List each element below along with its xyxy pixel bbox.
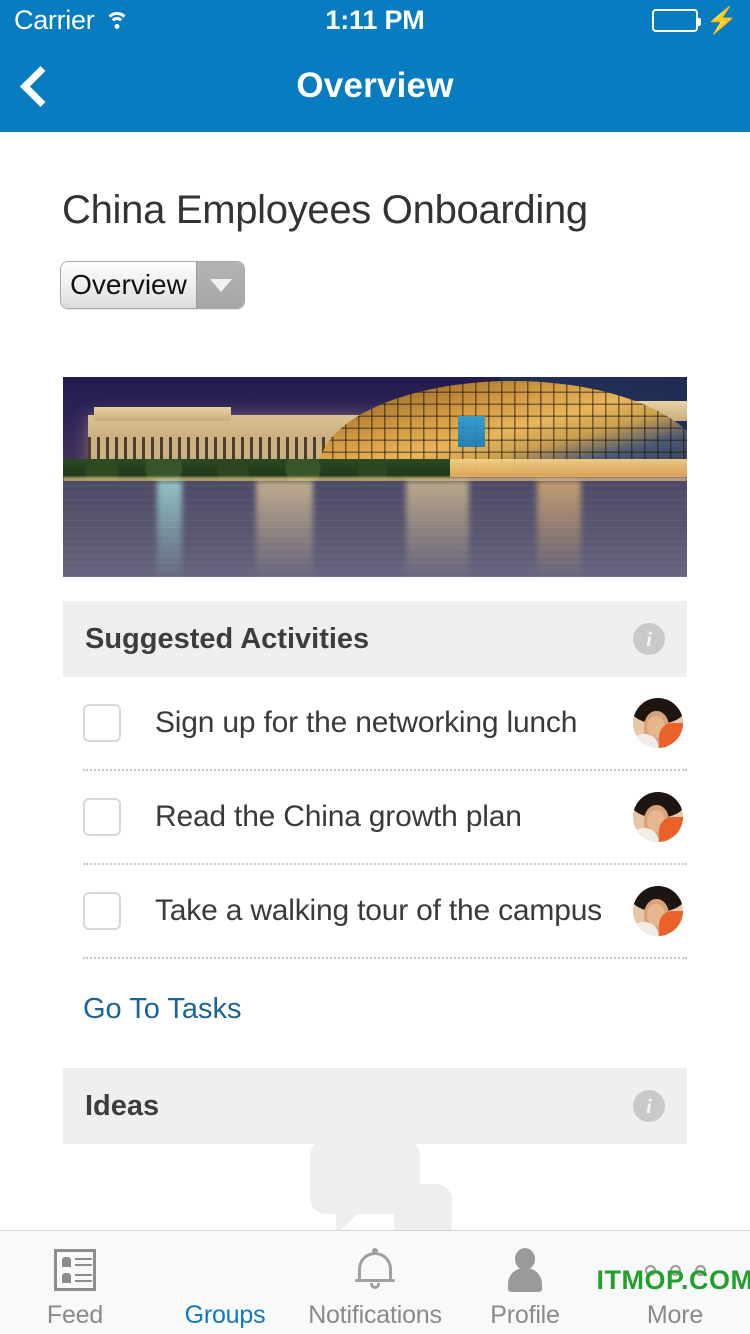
tab-bar: Feed Groups Notifications Profile More I…: [0, 1230, 750, 1334]
task-label: Take a walking tour of the campus: [155, 894, 602, 927]
main-content: China Employees Onboarding Overview Sugg…: [0, 132, 750, 1234]
two-people-icon: [200, 1247, 250, 1293]
task-list: Sign up for the networking lunch Read th…: [63, 677, 687, 959]
bell-icon: [355, 1247, 395, 1293]
task-row[interactable]: Sign up for the networking lunch: [83, 677, 687, 771]
task-checkbox[interactable]: [83, 798, 121, 836]
battery-icon: [651, 8, 701, 32]
task-checkbox[interactable]: [83, 892, 121, 930]
section-title: Suggested Activities: [85, 622, 370, 655]
tab-feed[interactable]: Feed: [0, 1247, 150, 1330]
tab-label: Feed: [46, 1301, 104, 1329]
tab-label: Groups: [184, 1301, 266, 1329]
app-screen: Carrier 1:11 PM ⚡ Overview China Employe…: [0, 0, 750, 1334]
page-title: Overview: [296, 66, 454, 105]
tab-label: More: [646, 1301, 704, 1329]
status-bar-clock: 1:11 PM: [325, 4, 425, 35]
task-row[interactable]: Read the China growth plan: [83, 771, 687, 865]
speech-bubbles-icon: [310, 1140, 452, 1240]
tab-notifications[interactable]: Notifications: [300, 1247, 450, 1330]
chevron-down-icon: [196, 262, 244, 308]
avatar[interactable]: [633, 886, 683, 936]
feed-list-icon: [54, 1247, 96, 1293]
view-selector-value: Overview: [61, 262, 196, 308]
tab-groups[interactable]: Groups: [150, 1247, 300, 1330]
section-header-suggested-activities: Suggested Activities i: [63, 601, 687, 677]
person-icon: [504, 1247, 546, 1293]
task-row[interactable]: Take a walking tour of the campus: [83, 865, 687, 959]
section-title: Ideas: [85, 1089, 160, 1122]
info-icon[interactable]: i: [633, 623, 665, 655]
tab-more[interactable]: More ITMOP.COM: [596, 1247, 750, 1330]
task-label: Sign up for the networking lunch: [155, 706, 578, 739]
group-banner-image: [63, 377, 687, 577]
group-title: China Employees Onboarding: [62, 188, 588, 232]
avatar[interactable]: [633, 698, 683, 748]
task-label: Read the China growth plan: [155, 800, 522, 833]
status-bar: Carrier 1:11 PM ⚡: [0, 0, 750, 40]
task-checkbox[interactable]: [83, 704, 121, 742]
section-header-ideas: Ideas i: [63, 1068, 687, 1144]
view-selector-dropdown[interactable]: Overview: [60, 261, 245, 309]
info-icon[interactable]: i: [633, 1090, 665, 1122]
avatar[interactable]: [633, 792, 683, 842]
tab-label: Profile: [490, 1301, 560, 1329]
three-dots-icon: [644, 1247, 706, 1293]
tab-profile[interactable]: Profile: [450, 1247, 600, 1330]
navigation-bar: Overview: [0, 40, 750, 132]
tab-label: Notifications: [308, 1301, 442, 1329]
go-to-tasks-link[interactable]: Go To Tasks: [83, 993, 750, 1026]
